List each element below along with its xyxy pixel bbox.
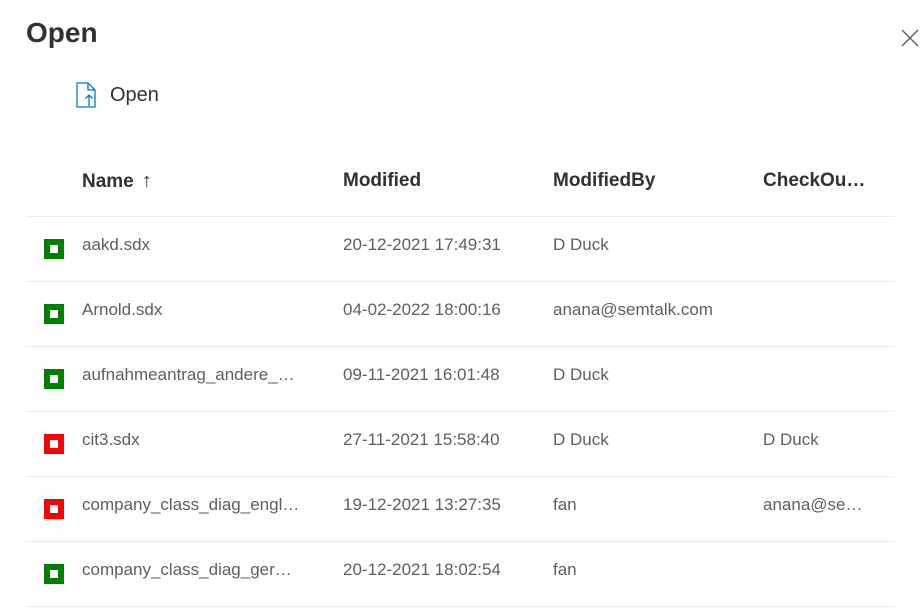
open-command-label: Open: [110, 83, 159, 106]
file-status-icon: [44, 369, 64, 389]
file-status-icon: [44, 564, 64, 584]
file-name: company_class_diag_engl…: [82, 495, 300, 514]
file-checked-out: D Duck: [763, 430, 819, 449]
dialog-title: Open: [26, 17, 98, 48]
file-row[interactable]: aakd.sdx 20-12-2021 17:49:31 D Duck: [26, 217, 895, 282]
file-name: company_class_diag_ger…: [82, 560, 292, 579]
file-name: aakd.sdx: [82, 235, 151, 254]
open-file-icon: [74, 81, 98, 109]
sort-ascending-icon: ↑: [141, 170, 152, 192]
file-modified-by: D Duck: [553, 365, 609, 384]
file-list-header: Name ↑ Modified ModifiedBy CheckOu…: [26, 150, 895, 217]
close-button[interactable]: [898, 24, 922, 52]
file-row[interactable]: company_class_diag_engl… 19-12-2021 13:2…: [26, 477, 895, 542]
column-header-modified[interactable]: Modified: [343, 170, 421, 192]
file-name: cit3.sdx: [82, 430, 140, 449]
file-modified-by: D Duck: [553, 235, 609, 254]
open-dialog: Open Open Name ↑ Modified ModifiedBy Chec…: [0, 0, 923, 612]
file-name: Arnold.sdx: [82, 300, 163, 319]
file-row[interactable]: aufnahmeantrag_andere_… 09-11-2021 16:01…: [26, 347, 895, 412]
open-command-button[interactable]: Open: [74, 80, 159, 110]
file-modified: 04-02-2022 18:00:16: [343, 300, 501, 319]
file-row[interactable]: company_class_diag_ger… 20-12-2021 18:02…: [26, 542, 895, 607]
file-modified: 20-12-2021 17:49:31: [343, 235, 501, 254]
column-header-checked-out[interactable]: CheckOu…: [763, 170, 865, 192]
file-modified: 20-12-2021 18:02:54: [343, 560, 501, 579]
file-name: aufnahmeantrag_andere_…: [82, 365, 295, 384]
file-modified-by: anana@semtalk.com: [553, 300, 713, 319]
file-modified-by: fan: [553, 560, 577, 579]
file-row[interactable]: Arnold.sdx 04-02-2022 18:00:16 anana@sem…: [26, 282, 895, 347]
file-checked-out: anana@se…: [763, 495, 863, 514]
file-row[interactable]: cit3.sdx 27-11-2021 15:58:40 D Duck D Du…: [26, 412, 895, 477]
file-modified: 27-11-2021 15:58:40: [343, 430, 500, 449]
file-list: Name ↑ Modified ModifiedBy CheckOu… aakd.…: [26, 150, 895, 607]
close-icon: [901, 29, 919, 47]
column-header-name-label: Name: [82, 171, 134, 192]
file-modified-by: fan: [553, 495, 577, 514]
file-status-icon: [44, 499, 64, 519]
file-status-icon: [44, 434, 64, 454]
file-status-icon: [44, 304, 64, 324]
column-header-modified-by[interactable]: ModifiedBy: [553, 170, 655, 192]
file-modified: 09-11-2021 16:01:48: [343, 365, 500, 384]
file-status-icon: [44, 239, 64, 259]
file-modified: 19-12-2021 13:27:35: [343, 495, 501, 514]
file-modified-by: D Duck: [553, 430, 609, 449]
column-header-name[interactable]: Name ↑: [82, 170, 152, 193]
